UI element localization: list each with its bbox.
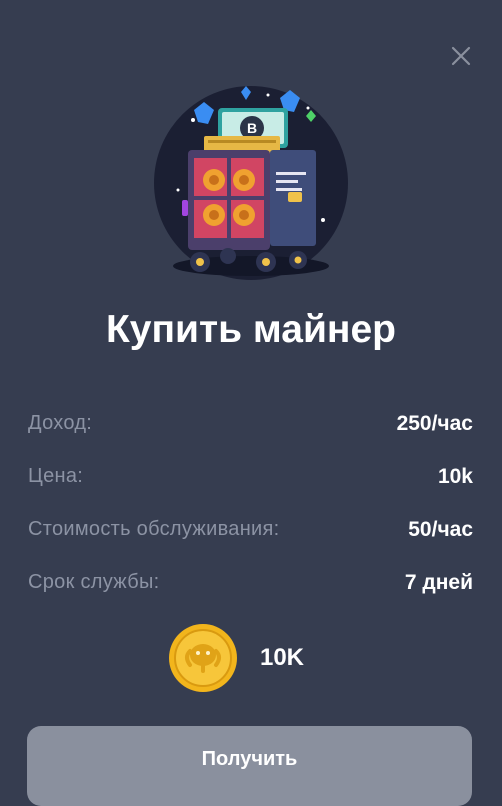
detail-label: Доход: <box>28 412 93 434</box>
miner-details: Доход: 250/час Цена: 10k Стоимость обслу… <box>28 397 473 609</box>
miner-illustration: B <box>148 80 354 286</box>
close-button[interactable] <box>449 44 473 68</box>
detail-row-price: Цена: 10k <box>28 450 473 503</box>
gold-coin-icon <box>168 624 237 692</box>
detail-value: 50/час <box>408 517 473 541</box>
detail-label: Цена: <box>28 465 84 487</box>
detail-value: 250/час <box>396 411 473 435</box>
close-icon <box>451 46 471 66</box>
detail-row-income: Доход: 250/час <box>28 397 473 450</box>
price-display: 10K <box>0 622 502 694</box>
detail-label: Стоимость обслуживания: <box>28 518 280 540</box>
detail-label: Срок службы: <box>28 571 160 593</box>
modal-title: Купить майнер <box>105 308 396 351</box>
detail-value: 7 дней <box>404 570 473 594</box>
svg-text:B: B <box>247 120 257 136</box>
price-amount: 10K <box>259 644 305 671</box>
get-button[interactable]: Получить <box>27 726 472 806</box>
detail-value: 10k <box>437 464 473 488</box>
detail-row-lifetime: Срок службы: 7 дней <box>28 556 473 609</box>
detail-row-maintenance: Стоимость обслуживания: 50/час <box>28 503 473 556</box>
